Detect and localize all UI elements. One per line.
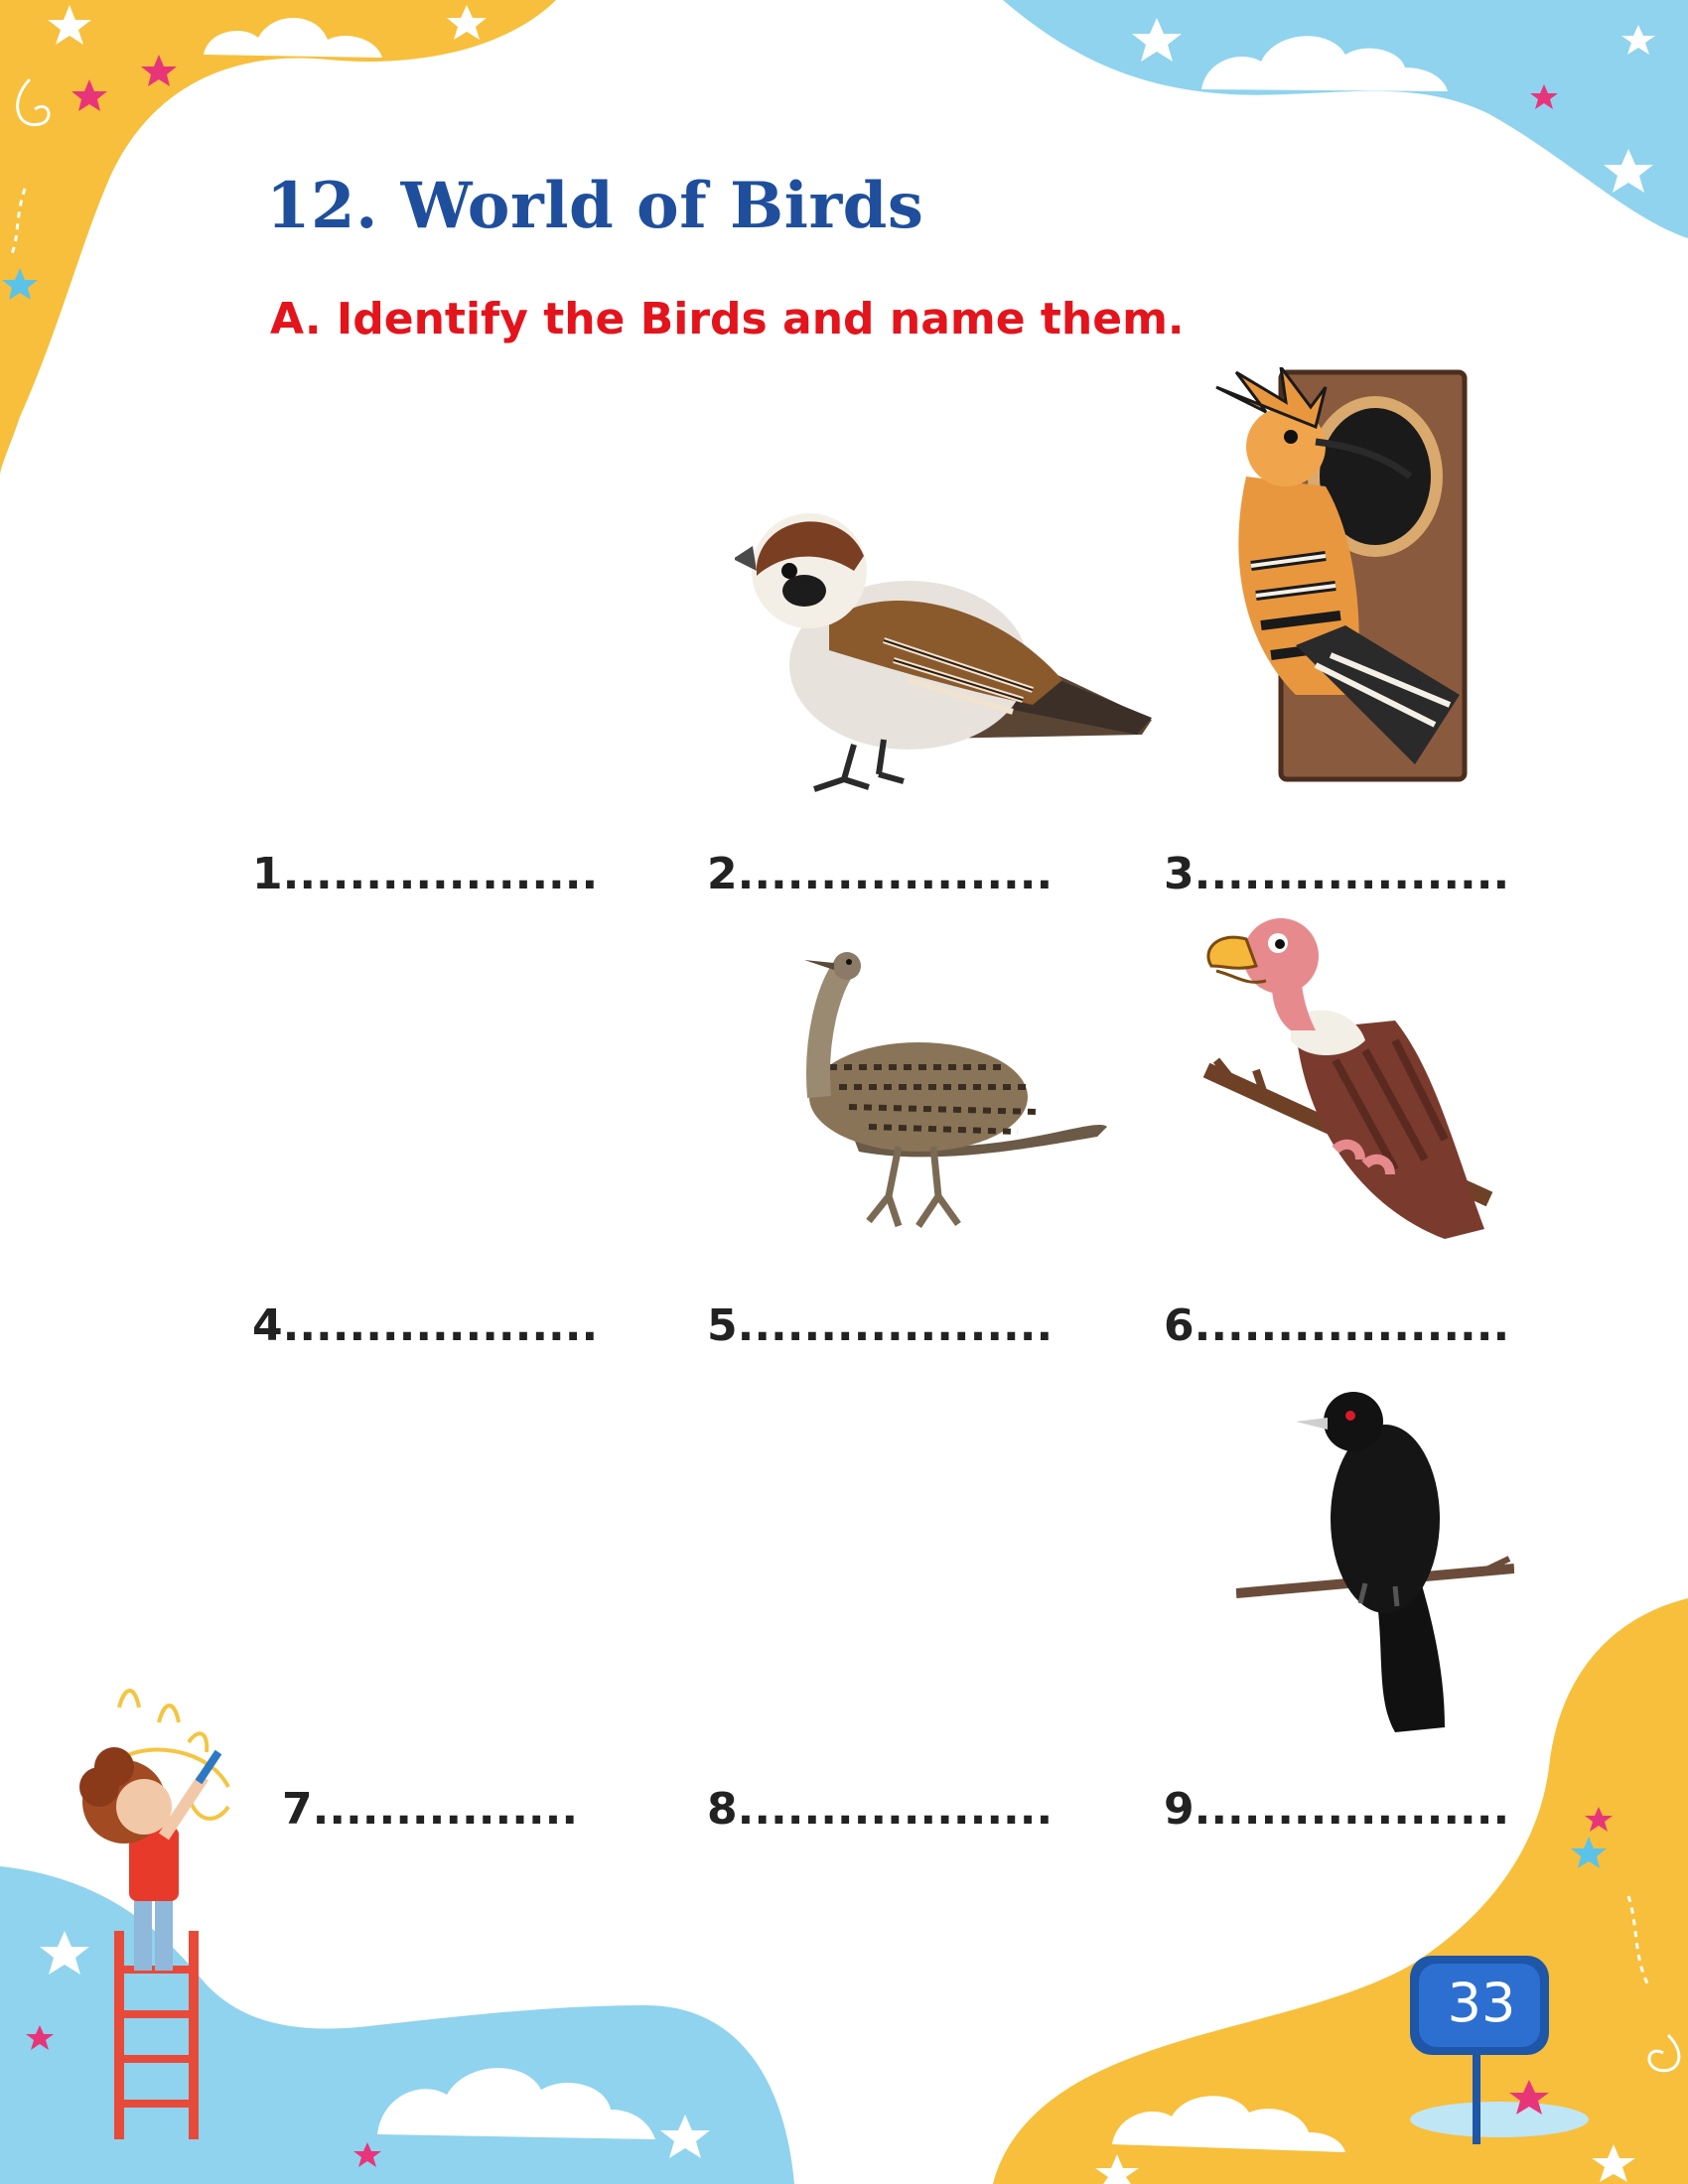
answer-blank-9[interactable]: 9................... [1164,1784,1509,1835]
bustard-icon [804,952,1107,1228]
answer-blank-1[interactable]: 1................... [252,849,598,899]
page-number: 33 [1447,1972,1516,2034]
answer-blank-8[interactable]: 8................... [707,1784,1053,1835]
child-on-ladder-illustration [79,1689,230,2139]
answer-blank-7[interactable]: 7................ [282,1784,578,1835]
answer-blank-5[interactable]: 5................... [707,1300,1053,1351]
hoopoe-icon [1215,367,1468,782]
worksheet-page: 12. World of Birds A. Identify the Birds… [0,0,1688,2184]
koel-icon [1236,1392,1514,1732]
page-title: 12. World of Birds [266,169,924,243]
answer-blank-3[interactable]: 3................... [1164,849,1509,899]
answer-blank-2[interactable]: 2................... [707,849,1053,899]
vulture-icon [1202,918,1493,1239]
exercise-instruction: A. Identify the Birds and name them. [270,294,1185,344]
answer-blank-4[interactable]: 4................... [252,1300,598,1351]
answer-blank-6[interactable]: 6................... [1164,1300,1509,1351]
blue-wave-top-right [1003,0,1688,238]
sparrow-icon [735,513,1152,792]
